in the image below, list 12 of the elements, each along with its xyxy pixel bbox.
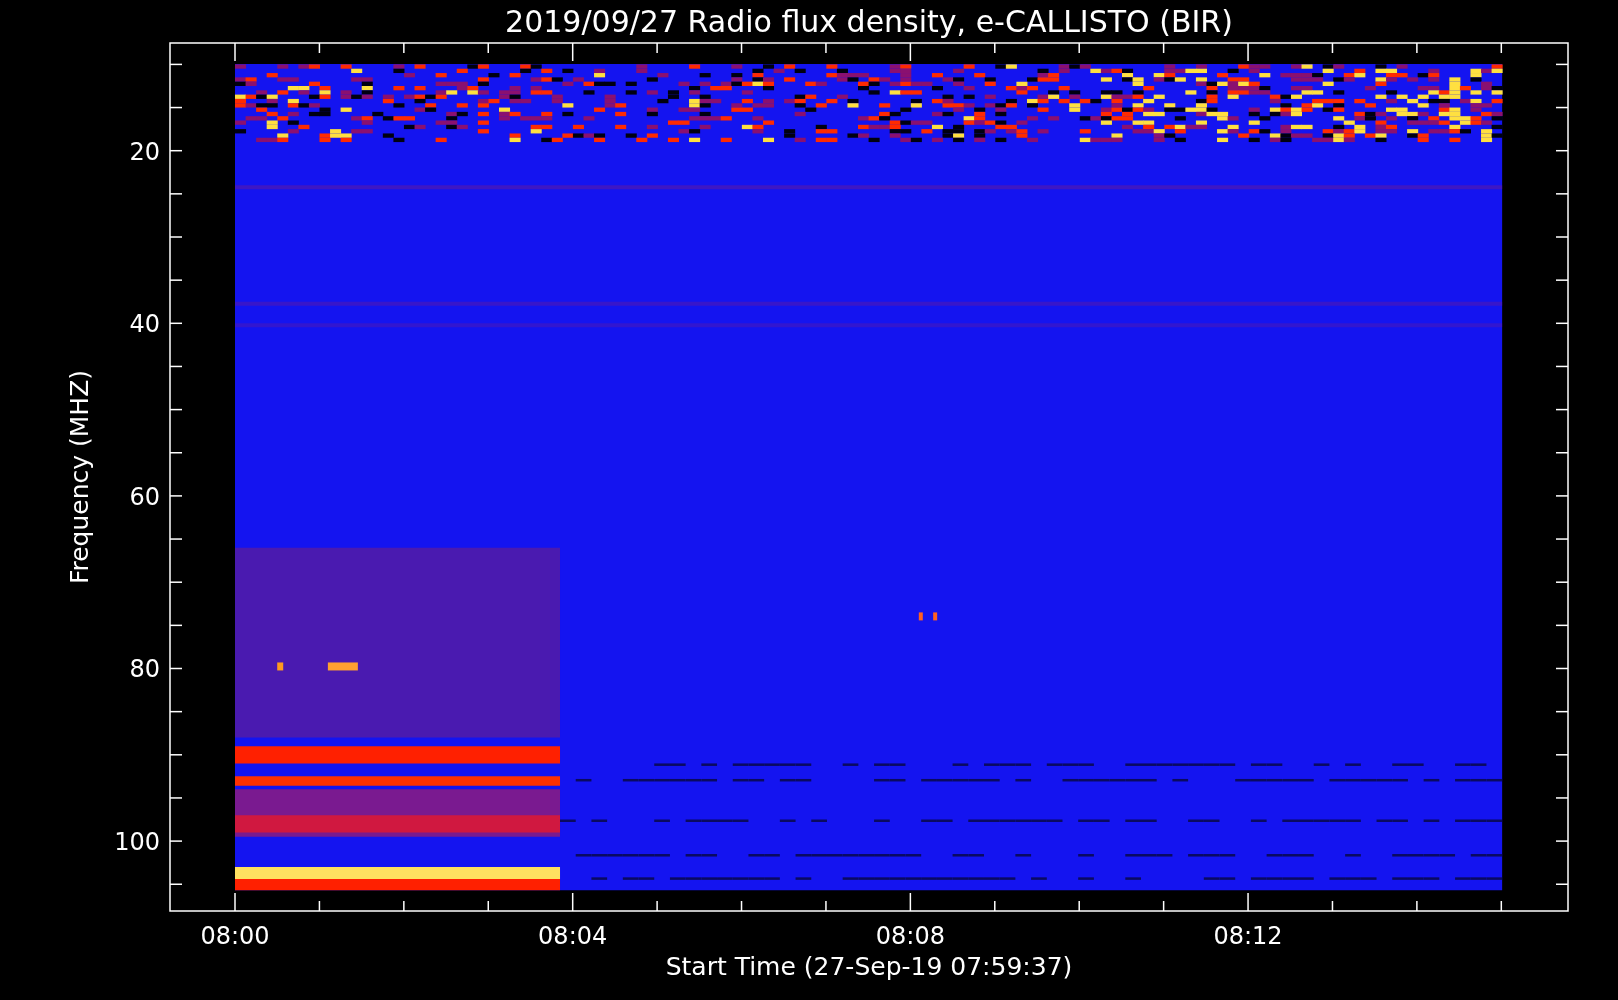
x-axis-label: Start Time (27-Sep-19 07:59:37) [665,952,1073,981]
y-axis-label: Frequency (MHZ) [65,369,94,585]
tick-label: 20 [129,137,160,166]
tick-label: 08:00 [200,922,270,950]
tick-label: 100 [114,828,160,857]
tick-label: 08:12 [1213,922,1283,950]
tick-label: 08:08 [875,922,945,950]
chart-title: 2019/09/27 Radio flux density, e-CALLISTO (BIR) [505,4,1233,39]
tick-label: 40 [129,310,160,339]
tick-label: 80 [129,655,160,684]
tick-label: 08:04 [538,922,608,950]
tick-label: 60 [129,482,160,511]
